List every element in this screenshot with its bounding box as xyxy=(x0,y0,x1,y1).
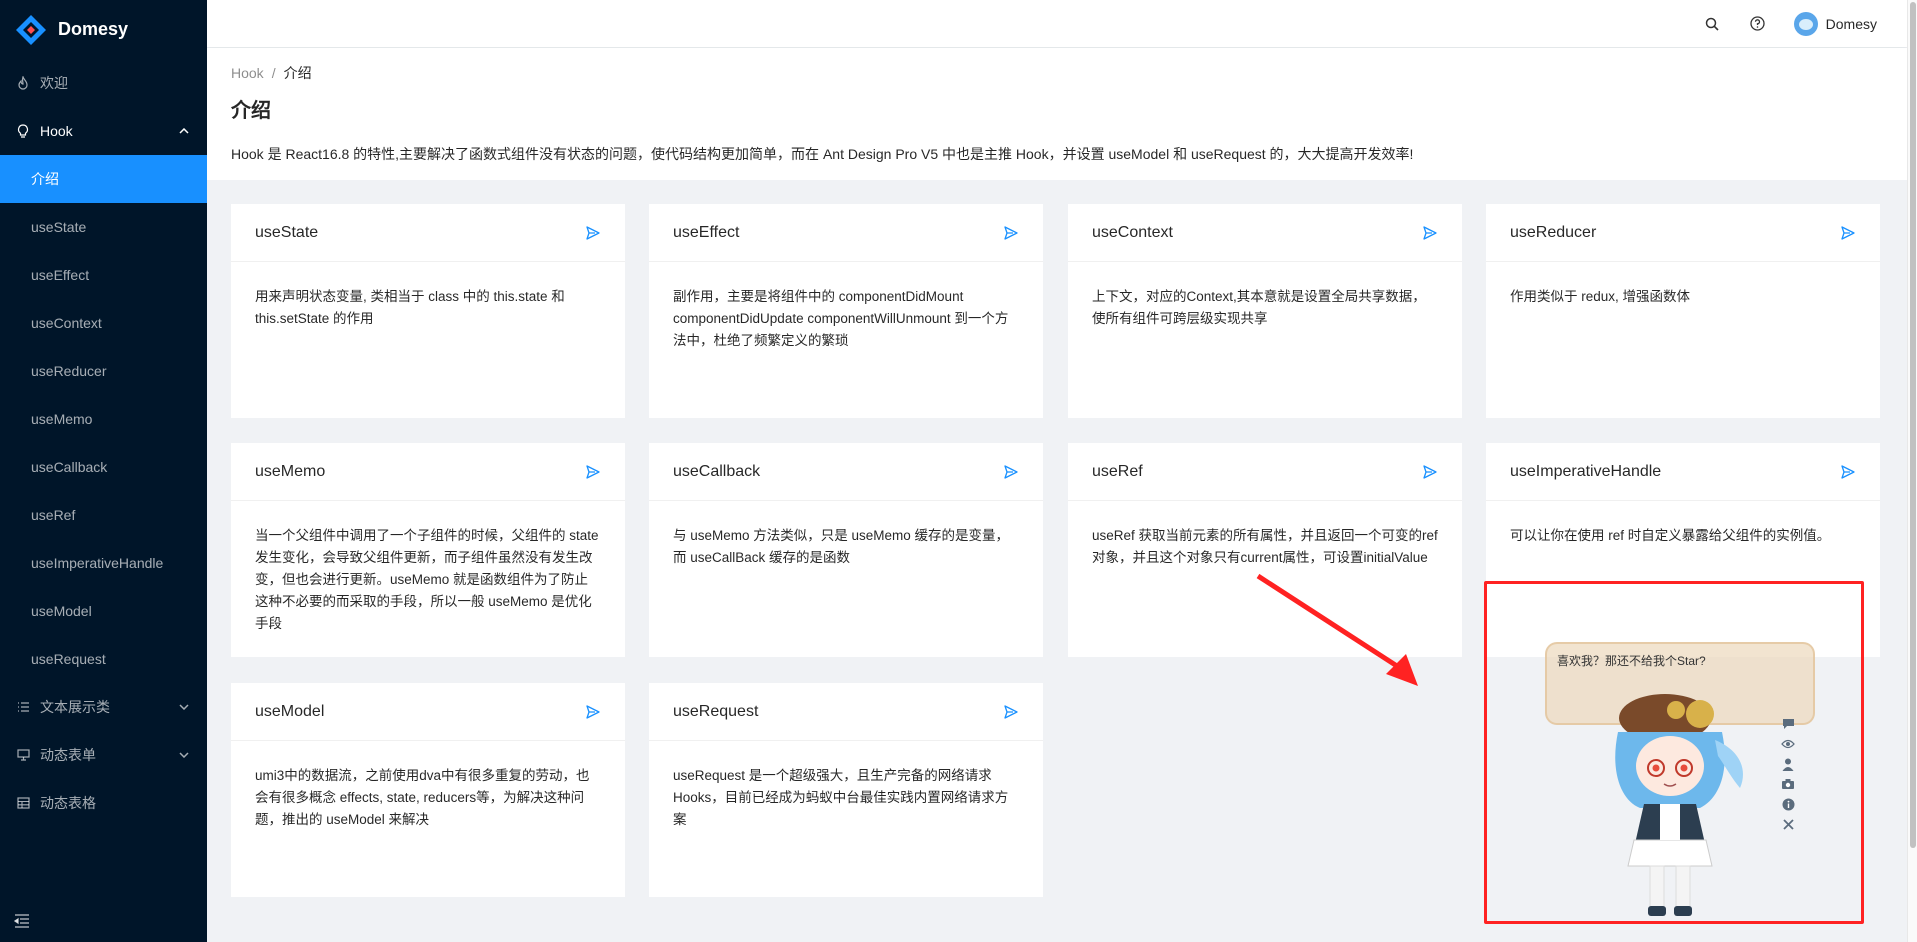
vertical-scrollbar[interactable] xyxy=(1907,0,1917,942)
sidebar-item-dynamic-table[interactable]: 动态表格 xyxy=(0,779,207,827)
chevron-down-icon xyxy=(179,701,189,713)
sidebar-item-usemodel[interactable]: useModel xyxy=(0,587,207,635)
breadcrumb-separator: / xyxy=(271,65,276,81)
page-title: 介绍 xyxy=(231,100,271,122)
sidebar-item-useeffect[interactable]: useEffect xyxy=(0,251,207,299)
logo[interactable]: Domesy xyxy=(0,0,207,59)
sidebar-item-text-display[interactable]: 文本展示类 xyxy=(0,683,207,731)
hook-card-usememo: useMemo 当一个父组件中调用了一个子组件的时候，父组件的 state 发生… xyxy=(231,443,625,657)
card-title: useRequest xyxy=(673,702,759,720)
hook-card-userequest: useRequest useRequest 是一个超级强大，且生产完备的网络请求… xyxy=(649,683,1043,897)
card-body: 用来声明状态变量, 类相当于 class 中的 this.state 和 thi… xyxy=(255,289,565,326)
hook-card-useeffect: useEffect 副作用，主要是将组件中的 componentDidMount… xyxy=(649,204,1043,418)
chevron-down-icon xyxy=(179,749,189,761)
mascot-toolbar xyxy=(1780,716,1796,836)
send-icon[interactable] xyxy=(585,464,601,480)
sidebar-item-label: 动态表格 xyxy=(40,795,96,811)
comment-icon[interactable] xyxy=(1780,716,1796,732)
card-title: useEffect xyxy=(673,223,740,241)
sidebar-item-hook[interactable]: Hook xyxy=(0,107,207,155)
card-body: 上下文，对应的Context,其本意就是设置全局共享数据，使所有组件可跨层级实现… xyxy=(1092,289,1426,326)
card-title: useImperativeHandle xyxy=(1510,462,1662,480)
card-title: useReducer xyxy=(1510,223,1597,241)
sidebar-item-usecallback[interactable]: useCallback xyxy=(0,443,207,491)
sidebar: Domesy 欢迎 Hook 介绍 useState useEffect use… xyxy=(0,0,207,942)
sidebar-item-usecontext[interactable]: useContext xyxy=(0,299,207,347)
card-title: useContext xyxy=(1092,223,1173,241)
sidebar-item-label: 动态表单 xyxy=(40,747,96,763)
question-circle-icon[interactable] xyxy=(1750,16,1766,32)
logo-icon xyxy=(14,13,48,47)
hook-card-usestate: useState 用来声明状态变量, 类相当于 class 中的 this.st… xyxy=(231,204,625,418)
info-icon[interactable] xyxy=(1780,796,1796,812)
user-name[interactable]: Domesy xyxy=(1826,16,1877,32)
card-title: useState xyxy=(255,223,319,241)
card-title: useRef xyxy=(1092,462,1143,480)
send-icon[interactable] xyxy=(585,225,601,241)
sidebar-item-intro[interactable]: 介绍 xyxy=(0,155,207,203)
card-body: 副作用，主要是将组件中的 componentDidMount component… xyxy=(673,289,1009,348)
send-icon[interactable] xyxy=(1422,225,1438,241)
sidebar-item-welcome[interactable]: 欢迎 xyxy=(0,59,207,107)
annotation-arrow xyxy=(1256,573,1418,686)
close-icon[interactable] xyxy=(1780,816,1796,832)
card-body: 可以让你在使用 ref 时自定义暴露给父组件的实例值。 xyxy=(1510,528,1831,543)
hook-card-usemodel: useModel umi3中的数据流，之前使用dva中有很多重复的劳动，也会有很… xyxy=(231,683,625,897)
sidebar-item-label: Hook xyxy=(40,123,73,139)
send-icon[interactable] xyxy=(585,704,601,720)
page-description: Hook 是 React16.8 的特性,主要解决了函数式组件没有状态的问题，使… xyxy=(231,146,1414,162)
sidebar-item-dynamic-form[interactable]: 动态表单 xyxy=(0,731,207,779)
sidebar-item-usestate[interactable]: useState xyxy=(0,203,207,251)
card-body: 与 useMemo 方法类似，只是 useMemo 缓存的是变量， 而 useC… xyxy=(673,528,1010,565)
menu-fold-icon[interactable] xyxy=(13,914,30,928)
send-icon[interactable] xyxy=(1840,225,1856,241)
send-icon[interactable] xyxy=(1840,464,1856,480)
top-header: Domesy xyxy=(207,0,1907,47)
sidebar-item-usememo[interactable]: useMemo xyxy=(0,395,207,443)
card-title: useCallback xyxy=(673,462,761,480)
hook-card-usereducer: useReducer 作用类似于 redux, 增强函数体 xyxy=(1486,204,1880,418)
card-body: useRequest 是一个超级强大，且生产完备的网络请求 Hooks，目前已经… xyxy=(673,768,1009,827)
breadcrumb: Hook / 介绍 xyxy=(231,62,1883,84)
list-icon xyxy=(16,700,30,714)
hook-card-usecallback: useCallback 与 useMemo 方法类似，只是 useMemo 缓存… xyxy=(649,443,1043,657)
sidebar-item-useref[interactable]: useRef xyxy=(0,491,207,539)
hook-card-usecontext: useContext 上下文，对应的Context,其本意就是设置全局共享数据，… xyxy=(1068,204,1462,418)
send-icon[interactable] xyxy=(1422,464,1438,480)
desktop-icon xyxy=(16,748,30,762)
search-icon[interactable] xyxy=(1704,16,1720,32)
card-body: 当一个父组件中调用了一个子组件的时候，父组件的 state 发生变化，会导致父组… xyxy=(255,528,599,631)
sidebar-item-label: 文本展示类 xyxy=(40,699,110,715)
send-icon[interactable] xyxy=(1003,704,1019,720)
card-title: useModel xyxy=(255,702,325,720)
sidebar-item-usereducer[interactable]: useReducer xyxy=(0,347,207,395)
sidebar-item-label: 欢迎 xyxy=(40,75,68,91)
sidebar-item-userequest[interactable]: useRequest xyxy=(0,635,207,683)
card-body: umi3中的数据流，之前使用dva中有很多重复的劳动，也会有很多概念 effec… xyxy=(255,768,590,827)
send-icon[interactable] xyxy=(1003,464,1019,480)
camera-icon[interactable] xyxy=(1780,776,1796,792)
mascot-character[interactable] xyxy=(1590,680,1770,920)
page-header: Hook / 介绍 介绍 Hook 是 React16.8 的特性,主要解决了函… xyxy=(207,48,1907,180)
sidebar-item-useimperativehandle[interactable]: useImperativeHandle xyxy=(0,539,207,587)
mascot-bubble-text: 喜欢我？那还不给我个Star? xyxy=(1557,654,1706,668)
scrollbar-thumb[interactable] xyxy=(1910,2,1916,848)
chevron-up-icon xyxy=(179,125,189,137)
breadcrumb-parent[interactable]: Hook xyxy=(231,65,264,81)
bulb-icon xyxy=(16,124,30,138)
avatar[interactable] xyxy=(1793,11,1818,36)
app-title: Domesy xyxy=(58,19,129,39)
fire-icon xyxy=(16,76,30,90)
send-icon[interactable] xyxy=(1003,225,1019,241)
user-icon[interactable] xyxy=(1780,756,1796,772)
card-body: 作用类似于 redux, 增强函数体 xyxy=(1510,289,1691,304)
table-icon xyxy=(16,796,30,810)
breadcrumb-current: 介绍 xyxy=(283,65,312,81)
card-title: useMemo xyxy=(255,462,326,480)
eye-icon[interactable] xyxy=(1780,736,1796,752)
